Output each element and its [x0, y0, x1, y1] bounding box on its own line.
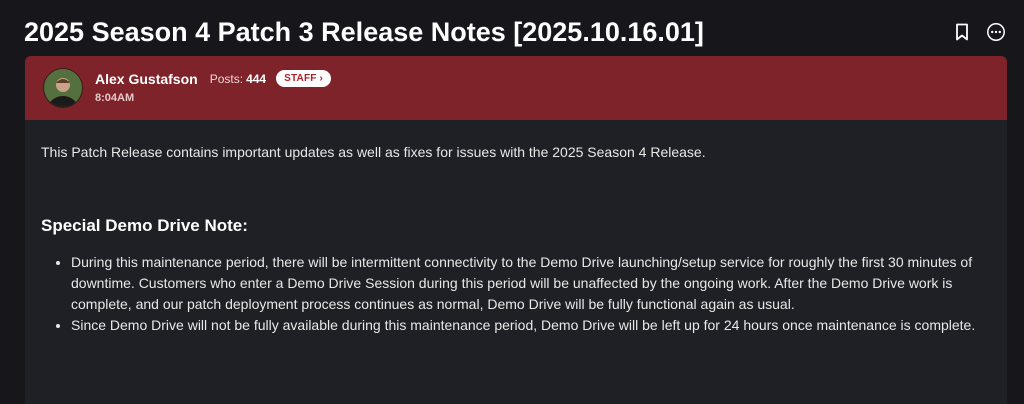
intro-paragraph: This Patch Release contains important up…	[41, 144, 706, 160]
post-card: Alex Gustafson Posts: 444 STAFF › 8:04AM …	[25, 56, 1007, 404]
post-body: This Patch Release contains important up…	[25, 120, 1007, 336]
topic-actions	[952, 22, 1006, 42]
page: 2025 Season 4 Patch 3 Release Notes [202…	[0, 0, 1024, 404]
section-heading: Special Demo Drive Note:	[41, 216, 248, 235]
posts-label: Posts:	[209, 71, 244, 86]
author-block: Alex Gustafson Posts: 444 STAFF › 8:04AM	[95, 70, 332, 104]
author-name[interactable]: Alex Gustafson	[95, 71, 198, 87]
topic-title: 2025 Season 4 Patch 3 Release Notes [202…	[24, 16, 704, 47]
list-item: During this maintenance period, there wi…	[71, 252, 991, 315]
list-item: Since Demo Drive will not be fully avail…	[71, 315, 991, 336]
notes-list: During this maintenance period, there wi…	[41, 252, 991, 336]
post-count: Posts: 444	[210, 72, 266, 86]
staff-badge[interactable]: STAFF ›	[276, 70, 332, 87]
posts-count-value: 444	[246, 71, 267, 86]
topic-header: 2025 Season 4 Patch 3 Release Notes [202…	[24, 12, 1006, 52]
more-options-icon[interactable]	[986, 22, 1006, 42]
post-header: Alex Gustafson Posts: 444 STAFF › 8:04AM	[25, 56, 1007, 120]
bookmark-icon[interactable]	[952, 22, 972, 42]
post-timestamp: 8:04AM	[95, 92, 135, 104]
avatar[interactable]	[43, 68, 83, 108]
author-row: Alex Gustafson Posts: 444 STAFF ›	[95, 70, 332, 87]
